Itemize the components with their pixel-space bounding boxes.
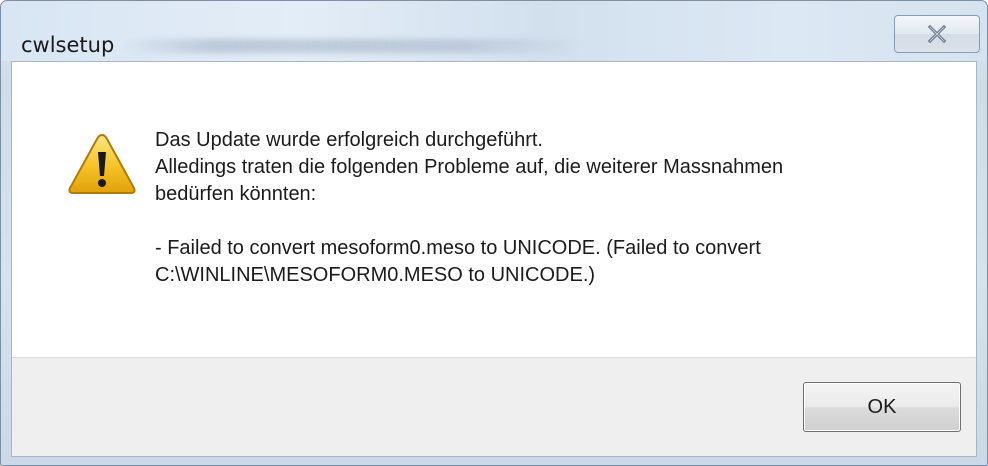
window-title: cwlsetup xyxy=(21,33,115,57)
close-icon xyxy=(927,25,947,43)
message-line: C:\WINLINE\MESOFORM0.MESO to UNICODE.) xyxy=(155,264,596,286)
title-bar[interactable]: cwlsetup xyxy=(1,1,987,61)
dialog-window: cwlsetup Das Update wurde erfolgreich du… xyxy=(0,0,988,466)
blurred-title-background xyxy=(121,39,581,53)
message-line: Das Update wurde erfolgreich durchgeführ… xyxy=(155,129,543,151)
message-area: Das Update wurde erfolgreich durchgeführ… xyxy=(12,62,976,357)
warning-icon xyxy=(68,133,136,194)
message-line: bedürfen könnten: xyxy=(155,183,317,205)
close-button[interactable] xyxy=(894,15,980,53)
message-line: - Failed to convert mesoform0.meso to UN… xyxy=(155,237,761,259)
message-line xyxy=(155,208,955,235)
message-text: Das Update wurde erfolgreich durchgeführ… xyxy=(155,127,955,289)
dialog-client-area: Das Update wurde erfolgreich durchgeführ… xyxy=(11,61,977,457)
ok-button[interactable]: OK xyxy=(803,382,961,432)
message-line: Alledings traten die folgenden Probleme … xyxy=(155,156,784,178)
button-bar: OK xyxy=(12,357,976,456)
